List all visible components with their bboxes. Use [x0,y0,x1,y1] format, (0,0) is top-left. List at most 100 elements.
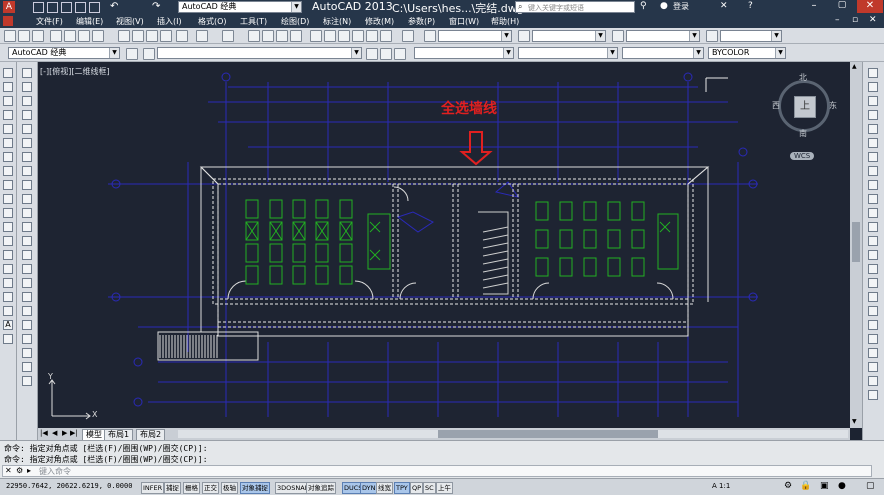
annotate-icon[interactable] [22,320,32,330]
toggle-snap[interactable]: 捕捉 [164,482,181,494]
qat-print-icon[interactable] [89,2,100,13]
copy-object-icon[interactable] [22,82,32,92]
vertical-scrollbar[interactable]: ▲ ▼ [850,62,862,428]
move-icon[interactable] [22,138,32,148]
binoculars-icon[interactable]: ⚲ [640,1,647,11]
field-icon[interactable] [22,362,32,372]
document-icon[interactable] [3,16,13,26]
minimize-button[interactable]: – [801,0,827,13]
lineweight-combo[interactable]: ▼ [622,47,704,59]
polygon-icon[interactable] [3,110,13,120]
table-icon[interactable] [3,306,13,316]
arc-icon[interactable] [3,138,13,148]
viewcube[interactable]: 上 北 南 东 西 [772,73,837,138]
make-block-icon[interactable] [3,236,13,246]
preview-icon[interactable] [64,30,76,42]
menu-draw[interactable]: 绘图(D) [281,16,309,27]
publish-icon[interactable] [78,30,90,42]
copy-icon[interactable] [132,30,144,42]
cut-icon[interactable] [118,30,130,42]
save-icon[interactable] [32,30,44,42]
table-style-combo[interactable]: ▼ [626,30,700,42]
menu-parametric[interactable]: 参数(P) [408,16,435,27]
doc-minimize-button[interactable]: – [835,15,840,25]
line-icon[interactable] [3,68,13,78]
toggle-osnap[interactable]: 对象捕捉 [240,482,270,494]
trim-icon[interactable] [22,194,32,204]
doc-restore-button[interactable]: ▫ [852,15,858,25]
sheetset-icon[interactable] [352,30,364,42]
jogged-linear-icon[interactable] [868,292,878,302]
hatch-icon[interactable] [3,264,13,274]
dim-break-icon[interactable] [868,236,878,246]
menu-help[interactable]: 帮助(H) [491,16,519,27]
toggle-otrack[interactable]: 对象追踪 [306,482,336,494]
jogged-icon[interactable] [868,138,878,148]
explode-icon[interactable] [22,306,32,316]
menu-dimension[interactable]: 标注(N) [323,16,351,27]
workspace-combo[interactable]: AutoCAD 经典 ▼ [178,1,302,13]
menu-view[interactable]: 视图(V) [116,16,144,27]
rectangle-icon[interactable] [3,124,13,134]
construction-line-icon[interactable] [3,82,13,92]
layer-combo[interactable]: ▼ [157,47,362,59]
toggle-sc[interactable]: SC [423,482,436,494]
scale-icon[interactable] [22,166,32,176]
attribute-icon[interactable] [22,376,32,386]
stretch-icon[interactable] [22,180,32,190]
insert-block-icon[interactable] [3,222,13,232]
menu-window[interactable]: 窗口(W) [449,16,479,27]
scroll-thumb[interactable] [852,222,860,262]
design-center-icon[interactable] [324,30,336,42]
toggle-am[interactable]: 上午 [436,482,453,494]
hardware-accel-icon[interactable]: ▣ [820,481,829,491]
match-properties-icon[interactable] [160,30,172,42]
layer-states-icon[interactable] [394,48,406,60]
horizontal-scroll-track[interactable] [178,430,848,438]
inspect-icon[interactable] [868,278,878,288]
region-icon[interactable] [3,292,13,302]
color-combo[interactable]: ▼ [414,47,514,59]
dim-update-icon[interactable] [868,334,878,344]
circle-icon[interactable] [3,152,13,162]
customize-cmd-icon[interactable]: ⚙ [16,466,23,475]
compass-north[interactable]: 北 [799,72,807,83]
fillet-icon[interactable] [22,278,32,288]
text-style-icon[interactable] [424,30,436,42]
menu-insert[interactable]: 插入(I) [157,16,182,27]
spline-icon[interactable] [3,180,13,190]
plotstyle-combo[interactable]: BYCOLOR ▼ [708,47,786,59]
erase-icon[interactable] [22,68,32,78]
baseline-icon[interactable] [868,194,878,204]
viewcube-face[interactable]: 上 [794,96,816,118]
coordinates[interactable]: 22950.7642, 20622.6219, 0.0000 [6,482,132,490]
extend-icon[interactable] [22,208,32,218]
tolerance-icon[interactable] [868,250,878,260]
print-icon[interactable] [50,30,62,42]
orbit-icon[interactable] [868,376,878,386]
calculator-icon[interactable] [380,30,392,42]
scroll-down-icon[interactable]: ▼ [852,418,857,425]
annotation-scale[interactable]: A 1:1 [712,482,730,490]
quick-dim-icon[interactable] [868,180,878,190]
menu-edit[interactable]: 编辑(E) [76,16,103,27]
rotate-icon[interactable] [22,152,32,162]
linetype-combo[interactable]: ▼ [518,47,618,59]
join-icon[interactable] [22,250,32,260]
3dprint-icon[interactable] [92,30,104,42]
search-input[interactable]: ⌕ 键入关键字或短语 [515,1,635,13]
multileader-style-icon[interactable] [706,30,718,42]
pan-icon[interactable] [248,30,260,42]
paste-icon[interactable] [146,30,158,42]
menu-tools[interactable]: 工具(T) [240,16,267,27]
qat-open-icon[interactable] [47,2,58,13]
menu-format[interactable]: 格式(O) [198,16,227,27]
compass-east[interactable]: 东 [829,100,837,111]
app-menu-icon[interactable]: A [3,1,15,13]
toggle-lineweight[interactable]: 线宽 [376,482,393,494]
zoom-realtime-icon[interactable] [262,30,274,42]
qat-save-icon[interactable] [61,2,72,13]
aligned-dim-icon[interactable] [868,82,878,92]
markup-icon[interactable] [366,30,378,42]
showmotion-icon[interactable] [868,390,878,400]
